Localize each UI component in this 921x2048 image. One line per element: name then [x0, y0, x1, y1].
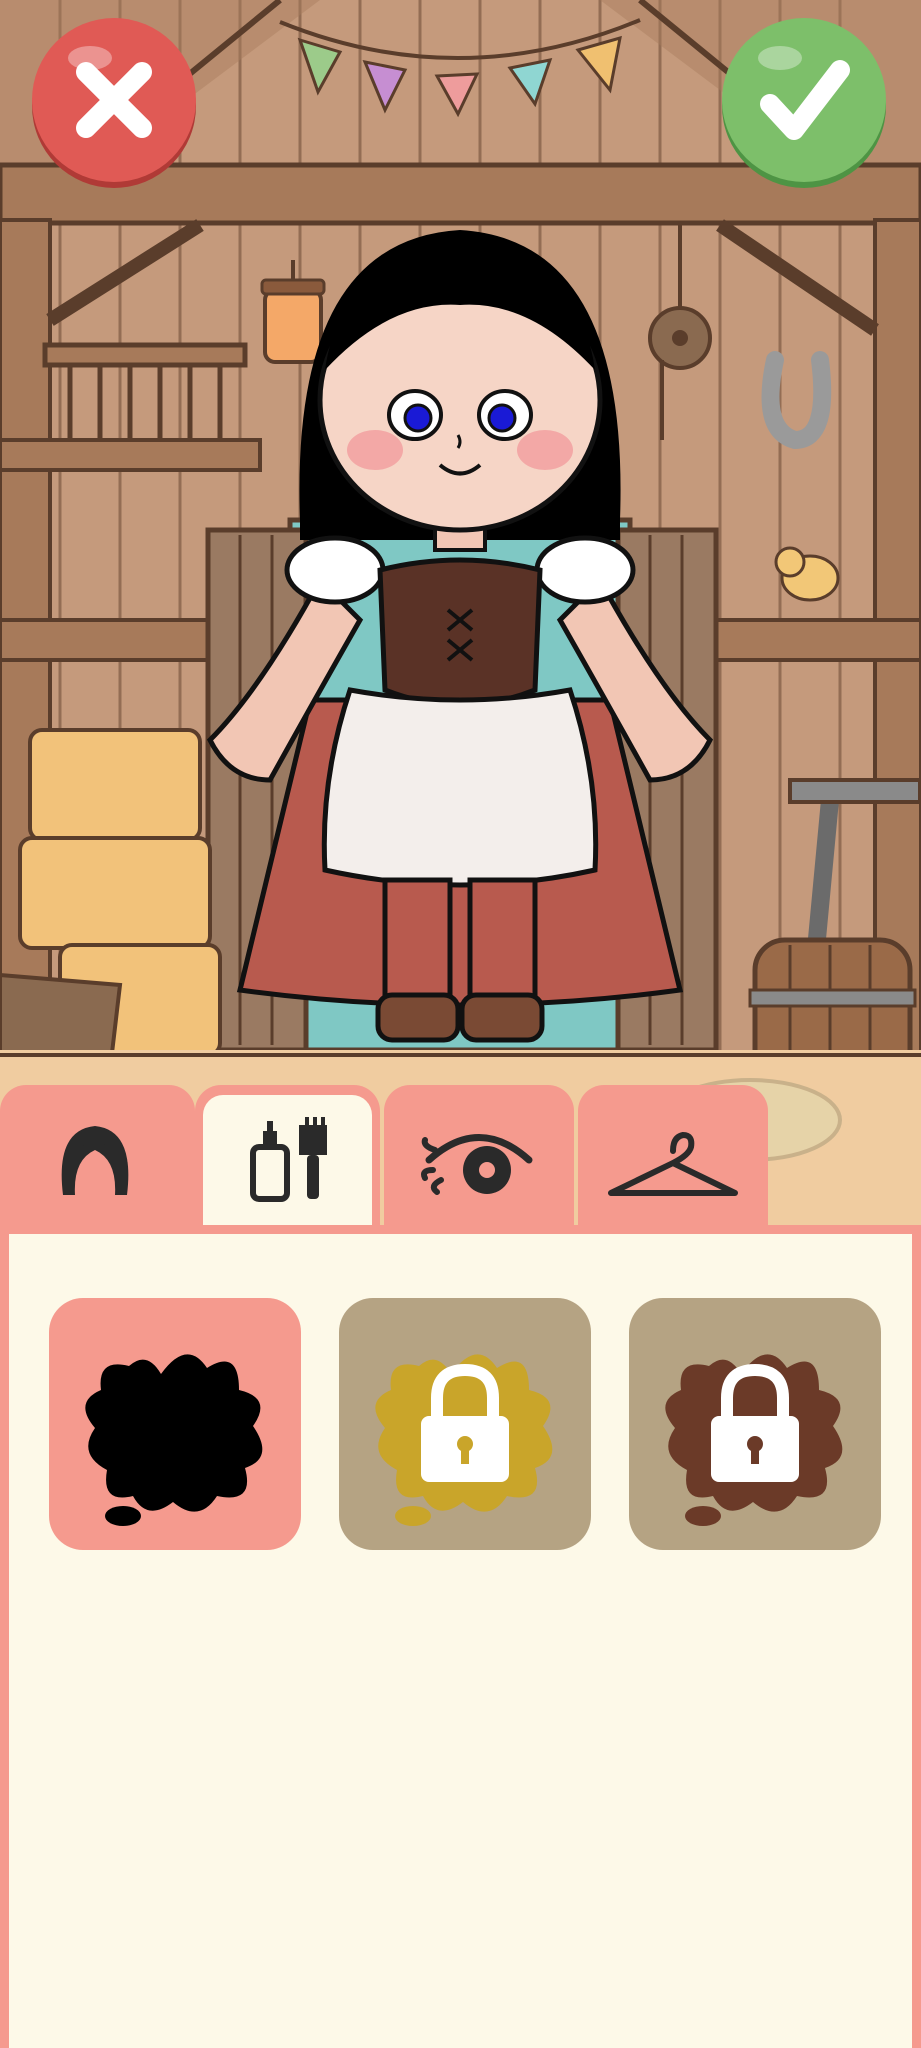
color-swatch-brown[interactable] — [629, 1298, 881, 1550]
color-swatch-black[interactable] — [49, 1298, 301, 1550]
x-icon — [68, 46, 152, 138]
hair-icon — [61, 1126, 129, 1195]
dye-brush-icon — [250, 1117, 327, 1202]
color-swatch-gold[interactable] — [339, 1298, 591, 1550]
character-avatar[interactable] — [200, 220, 720, 1080]
tab-hair[interactable] — [0, 1085, 195, 1227]
check-icon — [758, 46, 850, 140]
game-screen — [0, 0, 921, 2048]
tab-color[interactable] — [195, 1085, 380, 1227]
paint-splat-icon — [85, 1354, 263, 1526]
hanger-icon — [608, 1132, 738, 1196]
lock-icon — [421, 1363, 509, 1482]
tab-clothes[interactable] — [578, 1085, 768, 1227]
cancel-button[interactable] — [32, 18, 196, 182]
confirm-button[interactable] — [722, 18, 886, 182]
eye-lash-icon — [421, 1134, 533, 1195]
lock-icon — [711, 1363, 799, 1482]
tab-face[interactable] — [384, 1085, 574, 1227]
